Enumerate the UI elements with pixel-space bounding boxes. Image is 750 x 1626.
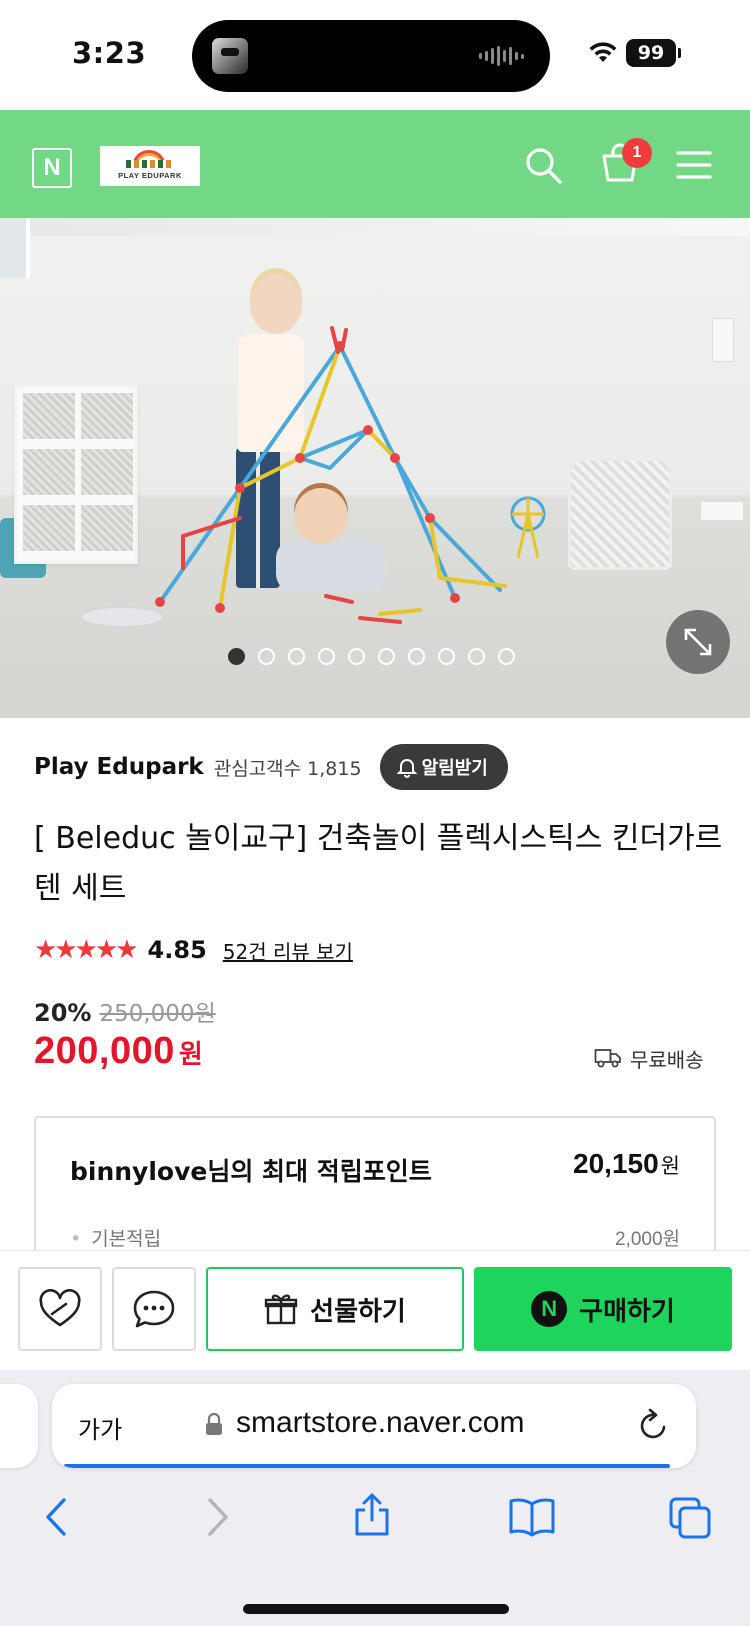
- notify-button-label: 알림받기: [421, 758, 488, 779]
- carousel-dot[interactable]: [438, 648, 455, 665]
- rating-score: 4.85: [147, 936, 207, 964]
- wishlist-button[interactable]: [18, 1267, 102, 1351]
- discount-rate: 20%: [34, 999, 92, 1027]
- battery-indicator: 99: [626, 39, 681, 67]
- url-text: smartstore.naver.com: [236, 1406, 525, 1439]
- menu-icon[interactable]: [676, 150, 712, 180]
- shipping-label: 무료배송: [630, 1047, 704, 1072]
- notify-button[interactable]: 알림받기: [379, 744, 508, 790]
- forward-icon[interactable]: [204, 1496, 232, 1538]
- carousel-dot[interactable]: [408, 648, 425, 665]
- discount-row: 20% 250,000원: [34, 994, 216, 1030]
- chat-bubble-icon: [133, 1290, 175, 1328]
- carousel-dot[interactable]: [378, 648, 395, 665]
- expand-icon: [684, 628, 712, 656]
- carousel-dot[interactable]: [258, 648, 275, 665]
- search-icon[interactable]: [524, 146, 564, 186]
- store-logo-text: PLAY EDUPARK: [118, 171, 182, 180]
- points-total: 20,150원: [573, 1148, 680, 1180]
- points-basic-label: 기본적립: [70, 1224, 161, 1251]
- cart-count-badge: 1: [622, 138, 652, 168]
- carousel-pagination: [228, 648, 515, 665]
- carousel-dot[interactable]: [318, 648, 335, 665]
- seller-name[interactable]: Play Edupark: [34, 754, 204, 780]
- ferris-wheel-model: [510, 496, 546, 559]
- status-time: 3:23: [72, 36, 147, 70]
- carousel-dot[interactable]: [348, 648, 365, 665]
- expand-button[interactable]: [666, 610, 730, 674]
- carousel-dot[interactable]: [228, 648, 245, 665]
- store-header: N PLAY EDUPARK 1: [0, 110, 750, 218]
- home-indicator[interactable]: [243, 1604, 509, 1614]
- points-title: binnylove님의 최대 적립포인트: [70, 1157, 432, 1186]
- buy-button-label: 구매하기: [579, 1296, 675, 1327]
- carousel-dot[interactable]: [468, 648, 485, 665]
- back-icon[interactable]: [42, 1496, 70, 1538]
- flexistix-structure-illustration: [155, 326, 546, 624]
- naver-n-icon[interactable]: N: [32, 148, 72, 188]
- wifi-icon: [589, 42, 617, 62]
- purchase-action-bar: 선물하기 N 구매하기: [0, 1250, 750, 1370]
- sale-price: 200,000: [34, 1030, 175, 1072]
- star-rating-icon: ★★★★★: [34, 935, 139, 965]
- buy-button[interactable]: N 구매하기: [474, 1267, 732, 1351]
- bookmarks-icon[interactable]: [508, 1496, 556, 1538]
- text-size-button[interactable]: 가가: [78, 1410, 122, 1445]
- previous-tab-peek[interactable]: [0, 1384, 38, 1468]
- shipping-info: 무료배송: [594, 1040, 704, 1076]
- sale-price-row: 200,000 원: [34, 1030, 203, 1086]
- gift-icon: [264, 1294, 298, 1325]
- carousel-dot[interactable]: [288, 648, 305, 665]
- truck-icon: [594, 1049, 621, 1068]
- seller-row: Play Edupark 관심고객수 1,815 알림받기: [34, 744, 508, 790]
- reload-icon[interactable]: [638, 1408, 670, 1442]
- chat-button[interactable]: [112, 1267, 196, 1351]
- share-icon[interactable]: [352, 1490, 392, 1538]
- dynamic-island[interactable]: [192, 20, 550, 92]
- product-image-carousel[interactable]: [0, 218, 750, 718]
- store-logo[interactable]: PLAY EDUPARK: [100, 146, 200, 186]
- audio-waveform-icon: [479, 46, 524, 66]
- points-basic-value: 2,000원: [614, 1229, 680, 1250]
- points-total-unit: 원: [660, 1155, 680, 1178]
- now-playing-artwork: [212, 38, 248, 74]
- followers-count: 관심고객수 1,815: [213, 757, 362, 780]
- heart-icon: [39, 1289, 81, 1327]
- points-box: binnylove님의 최대 적립포인트 20,150원 기본적립 2,000원: [34, 1116, 716, 1256]
- tabs-icon[interactable]: [668, 1496, 712, 1540]
- review-link[interactable]: 52건 리뷰 보기: [223, 936, 353, 965]
- lock-icon: [206, 1412, 222, 1435]
- carousel-dot[interactable]: [498, 648, 515, 665]
- bell-plus-icon: [396, 759, 417, 778]
- store-logo-houses: [126, 160, 174, 168]
- original-price: 250,000원: [99, 1001, 216, 1027]
- price-currency: 원: [178, 1040, 203, 1070]
- points-total-value: 20,150: [573, 1148, 659, 1179]
- gift-button[interactable]: 선물하기: [206, 1267, 464, 1351]
- rating-row: ★★★★★ 4.85 52건 리뷰 보기: [34, 930, 353, 970]
- naver-pay-icon: N: [531, 1291, 568, 1327]
- browser-toolbar: 가가 smartstore.naver.com: [0, 1370, 750, 1626]
- address-bar[interactable]: 가가 smartstore.naver.com: [52, 1384, 696, 1468]
- page-load-progress: [64, 1464, 670, 1468]
- product-title: [ Beleduc 놀이교구] 건축놀이 플렉시스틱스 킨더가르텐 세트: [34, 821, 723, 906]
- gift-button-label: 선물하기: [310, 1296, 406, 1327]
- status-bar: 3:23 99: [0, 0, 750, 110]
